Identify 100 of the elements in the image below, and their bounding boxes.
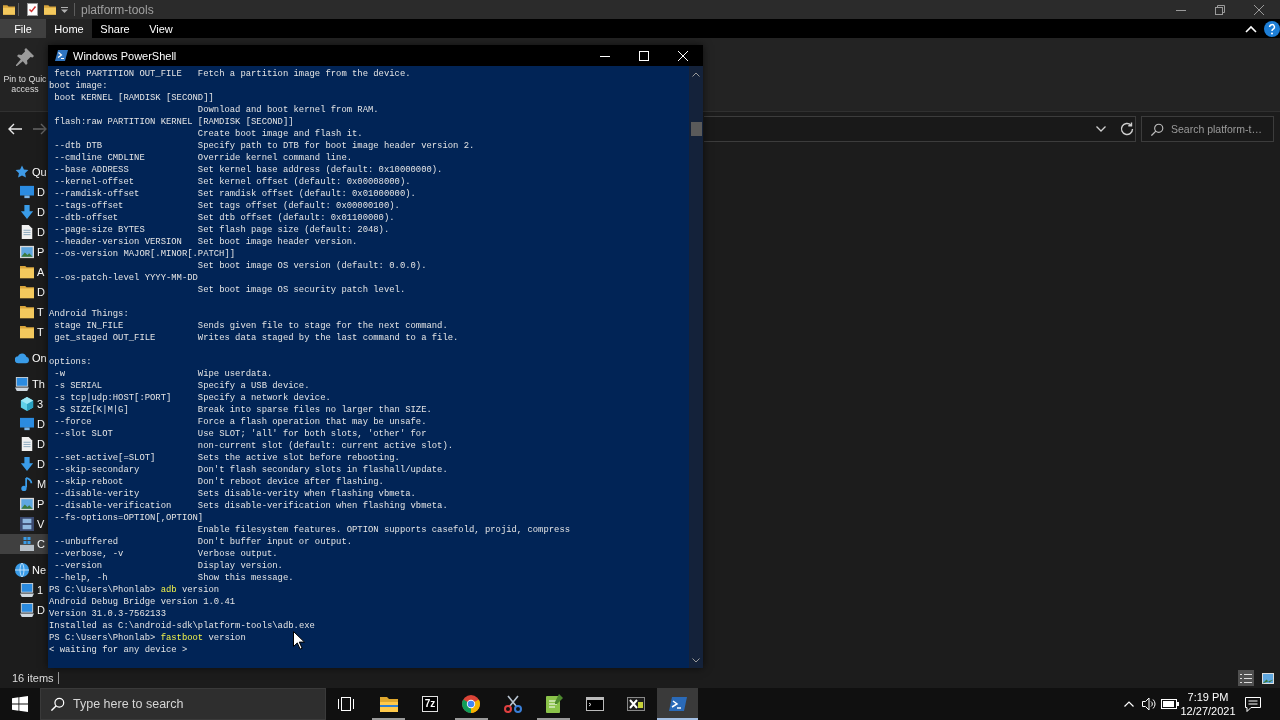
pin-icon: [16, 48, 34, 66]
option-name: --dtb DTB: [54, 140, 103, 152]
search-box[interactable]: Type here to search: [40, 688, 326, 720]
chevron-down-icon[interactable]: [1096, 126, 1106, 132]
nav-item[interactable]: Qu: [0, 162, 48, 182]
search-icon: [51, 697, 65, 711]
battery-icon[interactable]: [1161, 699, 1179, 709]
option-description: Specify a USB device.: [197, 380, 310, 392]
option-description: Set kernel base address (default: 0x10000000).: [197, 164, 443, 176]
round-logo-icon: [461, 694, 482, 714]
address-field[interactable]: [704, 116, 1136, 142]
option-description: Specify a network device.: [197, 392, 331, 404]
taskbar-app-button[interactable]: [657, 688, 699, 720]
nav-item[interactable]: C: [0, 534, 48, 554]
option-description: Wipe userdata.: [197, 368, 273, 380]
nav-item[interactable]: V: [0, 514, 48, 534]
option-name: --kernel-offset: [54, 176, 135, 188]
option-name: --help, -h: [54, 572, 108, 584]
ribbon-tab[interactable]: Home: [46, 19, 92, 38]
refresh-icon[interactable]: [1120, 122, 1134, 136]
picture-icon: [20, 497, 34, 511]
option-description: Don't buffer input or output.: [197, 536, 353, 548]
notification-icon[interactable]: [1245, 696, 1261, 712]
option-description: Set flash page size (default: 2048).: [197, 224, 390, 236]
ribbon-tab[interactable]: Share: [92, 19, 138, 38]
nav-item[interactable]: 1: [0, 580, 48, 600]
option-description: Specify path to DTB for boot image header version 2.: [197, 140, 475, 152]
scroll-up-icon[interactable]: [692, 72, 700, 77]
command-line: PS C:\Users\Phonlab> fastboot version: [49, 632, 246, 644]
nav-item[interactable]: D: [0, 282, 48, 302]
option-name: --dtb-offset: [54, 212, 119, 224]
output-text: Android Debug Bridge version 1.0.41: [49, 596, 236, 608]
option-description: Set ramdisk offset (default: 0x01000000).: [197, 188, 416, 200]
picture-icon: [20, 245, 34, 259]
nav-item[interactable]: 3: [0, 394, 48, 414]
monitor-icon: [20, 417, 34, 431]
large-icons-view-icon: [1262, 672, 1274, 684]
cube-icon: [20, 397, 34, 411]
nav-item[interactable]: Ne: [0, 560, 48, 580]
scroll-down-icon[interactable]: [692, 658, 700, 663]
nav-item[interactable]: On: [0, 348, 48, 368]
taskbar-app-button[interactable]: 7z: [409, 688, 451, 720]
scissors-icon: [502, 694, 523, 714]
close-icon: [677, 50, 688, 61]
option-description: Set boot image OS version (default: 0.0.0).: [197, 260, 427, 272]
nav-item[interactable]: D: [0, 222, 48, 242]
cloud-icon: [15, 351, 29, 365]
option-name: boot KERNEL [RAMDISK [SECOND]]: [54, 92, 214, 104]
option-name: --version: [54, 560, 103, 572]
speaker-icon[interactable]: [1142, 697, 1156, 711]
nav-item[interactable]: Th: [0, 374, 48, 394]
window-title: Windows PowerShell: [73, 49, 177, 62]
option-description: Fetch a partition image from the device.: [197, 68, 411, 80]
nav-item[interactable]: D: [0, 600, 48, 620]
details-view-icon: [1240, 672, 1252, 684]
section-heading: boot image:: [49, 80, 108, 92]
nav-item[interactable]: D: [0, 434, 48, 454]
help-icon[interactable]: [1264, 20, 1280, 37]
window-title: platform-tools: [81, 2, 154, 17]
caret-icon[interactable]: [61, 6, 68, 13]
nav-item[interactable]: T: [0, 322, 48, 342]
view-mode-button[interactable]: [1260, 670, 1276, 686]
nav-item[interactable]: M: [0, 474, 48, 494]
scrollbar-thumb[interactable]: [690, 122, 702, 136]
option-description: Override kernel command line.: [197, 152, 353, 164]
nav-item[interactable]: A: [0, 262, 48, 282]
pin-button[interactable]: Pin to Quic access: [2, 42, 48, 98]
command-line: PS C:\Users\Phonlab> adb version: [49, 584, 220, 596]
option-description: Show this message.: [197, 572, 294, 584]
option-name: --unbuffered: [54, 536, 119, 548]
nav-item[interactable]: D: [0, 202, 48, 222]
film-icon: [20, 517, 34, 531]
nav-item[interactable]: D: [0, 414, 48, 434]
nav-item[interactable]: T: [0, 302, 48, 322]
nav-item[interactable]: D: [0, 454, 48, 474]
option-name: --base ADDRESS: [54, 164, 129, 176]
computer-icon: [20, 583, 34, 597]
left-arrow-icon[interactable]: [7, 122, 23, 136]
scrollbar[interactable]: [689, 66, 703, 668]
option-name: --set-active[=SLOT]: [54, 452, 156, 464]
option-name: --header-version VERSION: [54, 236, 182, 248]
option-name: flash:raw PARTITION KERNEL [RAMDISK [SECOND]]: [54, 116, 294, 128]
chevron-up-icon[interactable]: [1124, 701, 1134, 707]
clock-button[interactable]: 7:19 PM 12/27/2021: [1179, 690, 1237, 718]
option-description: Force a flash operation that may be unsafe.: [197, 416, 427, 428]
task-view-icon[interactable]: [338, 697, 354, 711]
nav-item[interactable]: P: [0, 494, 48, 514]
folder-icon[interactable]: [44, 4, 56, 15]
option-description: Download and boot kernel from RAM.: [197, 104, 379, 116]
option-description: Set kernel offset (default: 0x00008000).: [197, 176, 411, 188]
chevron-up-icon[interactable]: [1245, 24, 1257, 33]
view-mode-button[interactable]: [1238, 670, 1254, 686]
nav-item[interactable]: P: [0, 242, 48, 262]
ribbon-tab[interactable]: View: [138, 19, 184, 38]
option-name: -S SIZE[K|M|G]: [54, 404, 129, 416]
folder-icon: [3, 4, 15, 15]
nav-item[interactable]: D: [0, 182, 48, 202]
file-menu-button[interactable]: File: [0, 19, 46, 38]
checklist-icon[interactable]: [27, 3, 38, 16]
search-field[interactable]: Search platform-t…: [1141, 116, 1274, 142]
